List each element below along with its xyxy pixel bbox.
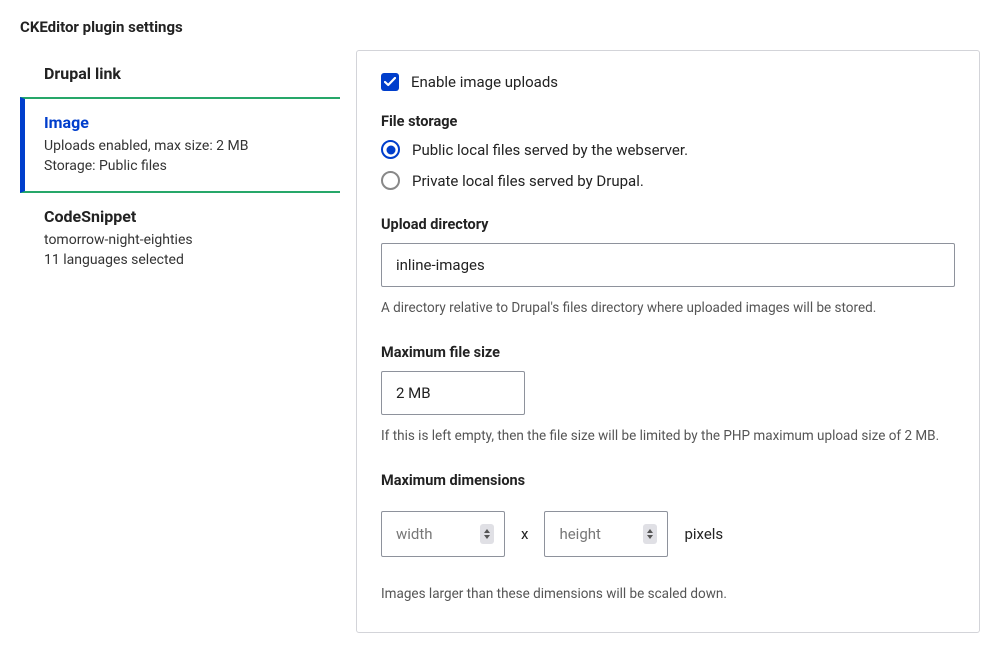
- tab-title: CodeSnippet: [44, 207, 320, 226]
- tab-summary: tomorrow-night-eighties11 languages sele…: [44, 230, 320, 271]
- dimensions-separator: x: [521, 525, 528, 543]
- file-storage-legend: File storage: [381, 113, 955, 130]
- radio-private-files[interactable]: Private local files served by Drupal.: [381, 171, 955, 190]
- page-title: CKEditor plugin settings: [20, 18, 980, 36]
- max-dimensions-help: Images larger than these dimensions will…: [381, 585, 955, 604]
- max-dimensions-label: Maximum dimensions: [381, 472, 955, 489]
- settings-panel: Enable image uploads File storage Public…: [356, 50, 980, 633]
- tab-image[interactable]: Image Uploads enabled, max size: 2 MBSto…: [20, 97, 340, 193]
- tab-title: Drupal link: [44, 64, 320, 83]
- radio-label: Private local files served by Drupal.: [412, 172, 644, 190]
- max-file-size-input[interactable]: [381, 371, 525, 415]
- radio-selected-icon: [381, 140, 400, 159]
- radio-unselected-icon: [381, 171, 400, 190]
- dimensions-unit: pixels: [684, 525, 723, 543]
- stepper-buttons-icon[interactable]: [480, 524, 494, 544]
- radio-public-files[interactable]: Public local files served by the webserv…: [381, 140, 955, 159]
- height-stepper[interactable]: [544, 511, 668, 557]
- upload-directory-input[interactable]: [381, 243, 955, 287]
- tab-title: Image: [44, 113, 320, 132]
- upload-directory-label: Upload directory: [381, 216, 955, 233]
- checkbox-label: Enable image uploads: [411, 73, 558, 91]
- height-input[interactable]: [559, 525, 643, 543]
- max-file-size-label: Maximum file size: [381, 344, 955, 361]
- enable-image-uploads-checkbox[interactable]: Enable image uploads: [381, 73, 955, 91]
- width-input[interactable]: [396, 525, 480, 543]
- vertical-tabs: Drupal link Image Uploads enabled, max s…: [20, 50, 340, 284]
- max-file-size-help: If this is left empty, then the file siz…: [381, 427, 955, 446]
- stepper-buttons-icon[interactable]: [643, 524, 657, 544]
- tab-drupal-link[interactable]: Drupal link: [20, 50, 340, 97]
- radio-label: Public local files served by the webserv…: [412, 141, 688, 159]
- tab-summary: Uploads enabled, max size: 2 MBStorage: …: [44, 136, 320, 177]
- width-stepper[interactable]: [381, 511, 505, 557]
- checkbox-checked-icon: [381, 73, 399, 91]
- tab-codesnippet[interactable]: CodeSnippet tomorrow-night-eighties11 la…: [20, 193, 340, 285]
- upload-directory-help: A directory relative to Drupal's files d…: [381, 299, 955, 318]
